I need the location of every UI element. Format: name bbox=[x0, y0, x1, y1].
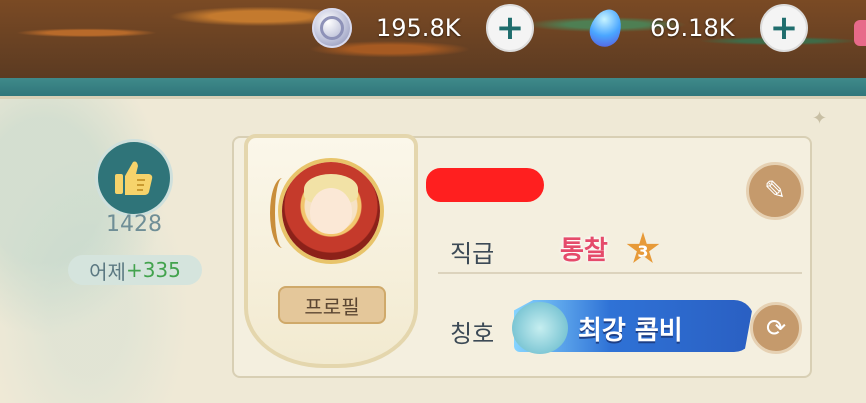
gem-currency: 69.18K + bbox=[585, 4, 808, 52]
handshake-icon bbox=[512, 302, 568, 354]
redacted-player-name bbox=[426, 168, 544, 202]
like-count: 1428 bbox=[106, 212, 162, 237]
panel-background-swirl bbox=[0, 99, 220, 403]
change-title-button[interactable]: ⟳ bbox=[750, 302, 802, 354]
thumbs-up-icon bbox=[115, 161, 153, 195]
refresh-circle-icon: ⟳ bbox=[765, 314, 787, 342]
silver-value: 195.8K bbox=[376, 14, 461, 42]
row-divider bbox=[438, 272, 802, 274]
gem-value: 69.18K bbox=[650, 14, 735, 42]
feather-quill-icon: ✎ bbox=[764, 176, 786, 206]
edit-name-button[interactable]: ✎ bbox=[746, 162, 804, 220]
header-divider-band bbox=[0, 78, 866, 98]
profile-button[interactable]: 프로필 bbox=[278, 286, 386, 324]
blue-gem-icon bbox=[585, 5, 627, 51]
yesterday-label: 어제 bbox=[89, 259, 126, 284]
silver-currency: 195.8K + bbox=[312, 4, 534, 52]
yesterday-likes-badge: 어제 +335 bbox=[68, 255, 202, 285]
avatar-face bbox=[310, 188, 352, 234]
corner-ornament-icon: ✦ bbox=[812, 108, 828, 129]
rank-level-star-badge: 3 bbox=[626, 232, 660, 263]
yesterday-delta: +335 bbox=[125, 258, 181, 282]
add-silver-button[interactable]: + bbox=[486, 4, 534, 52]
avatar-shield: 프로필 bbox=[244, 134, 418, 368]
silver-coin-icon bbox=[312, 8, 352, 48]
title-value: 최강 콤비 bbox=[578, 316, 683, 346]
like-button[interactable] bbox=[98, 142, 170, 214]
rank-value: 통찰 bbox=[560, 236, 608, 266]
add-gem-button[interactable]: + bbox=[760, 4, 808, 52]
profile-card: 프로필 ✎ 직급 통찰 3 칭호 최강 콤비 ⟳ bbox=[232, 134, 812, 378]
rank-label: 직급 bbox=[450, 240, 495, 268]
title-label: 칭호 bbox=[450, 320, 495, 348]
corner-flower-decoration bbox=[854, 20, 866, 46]
